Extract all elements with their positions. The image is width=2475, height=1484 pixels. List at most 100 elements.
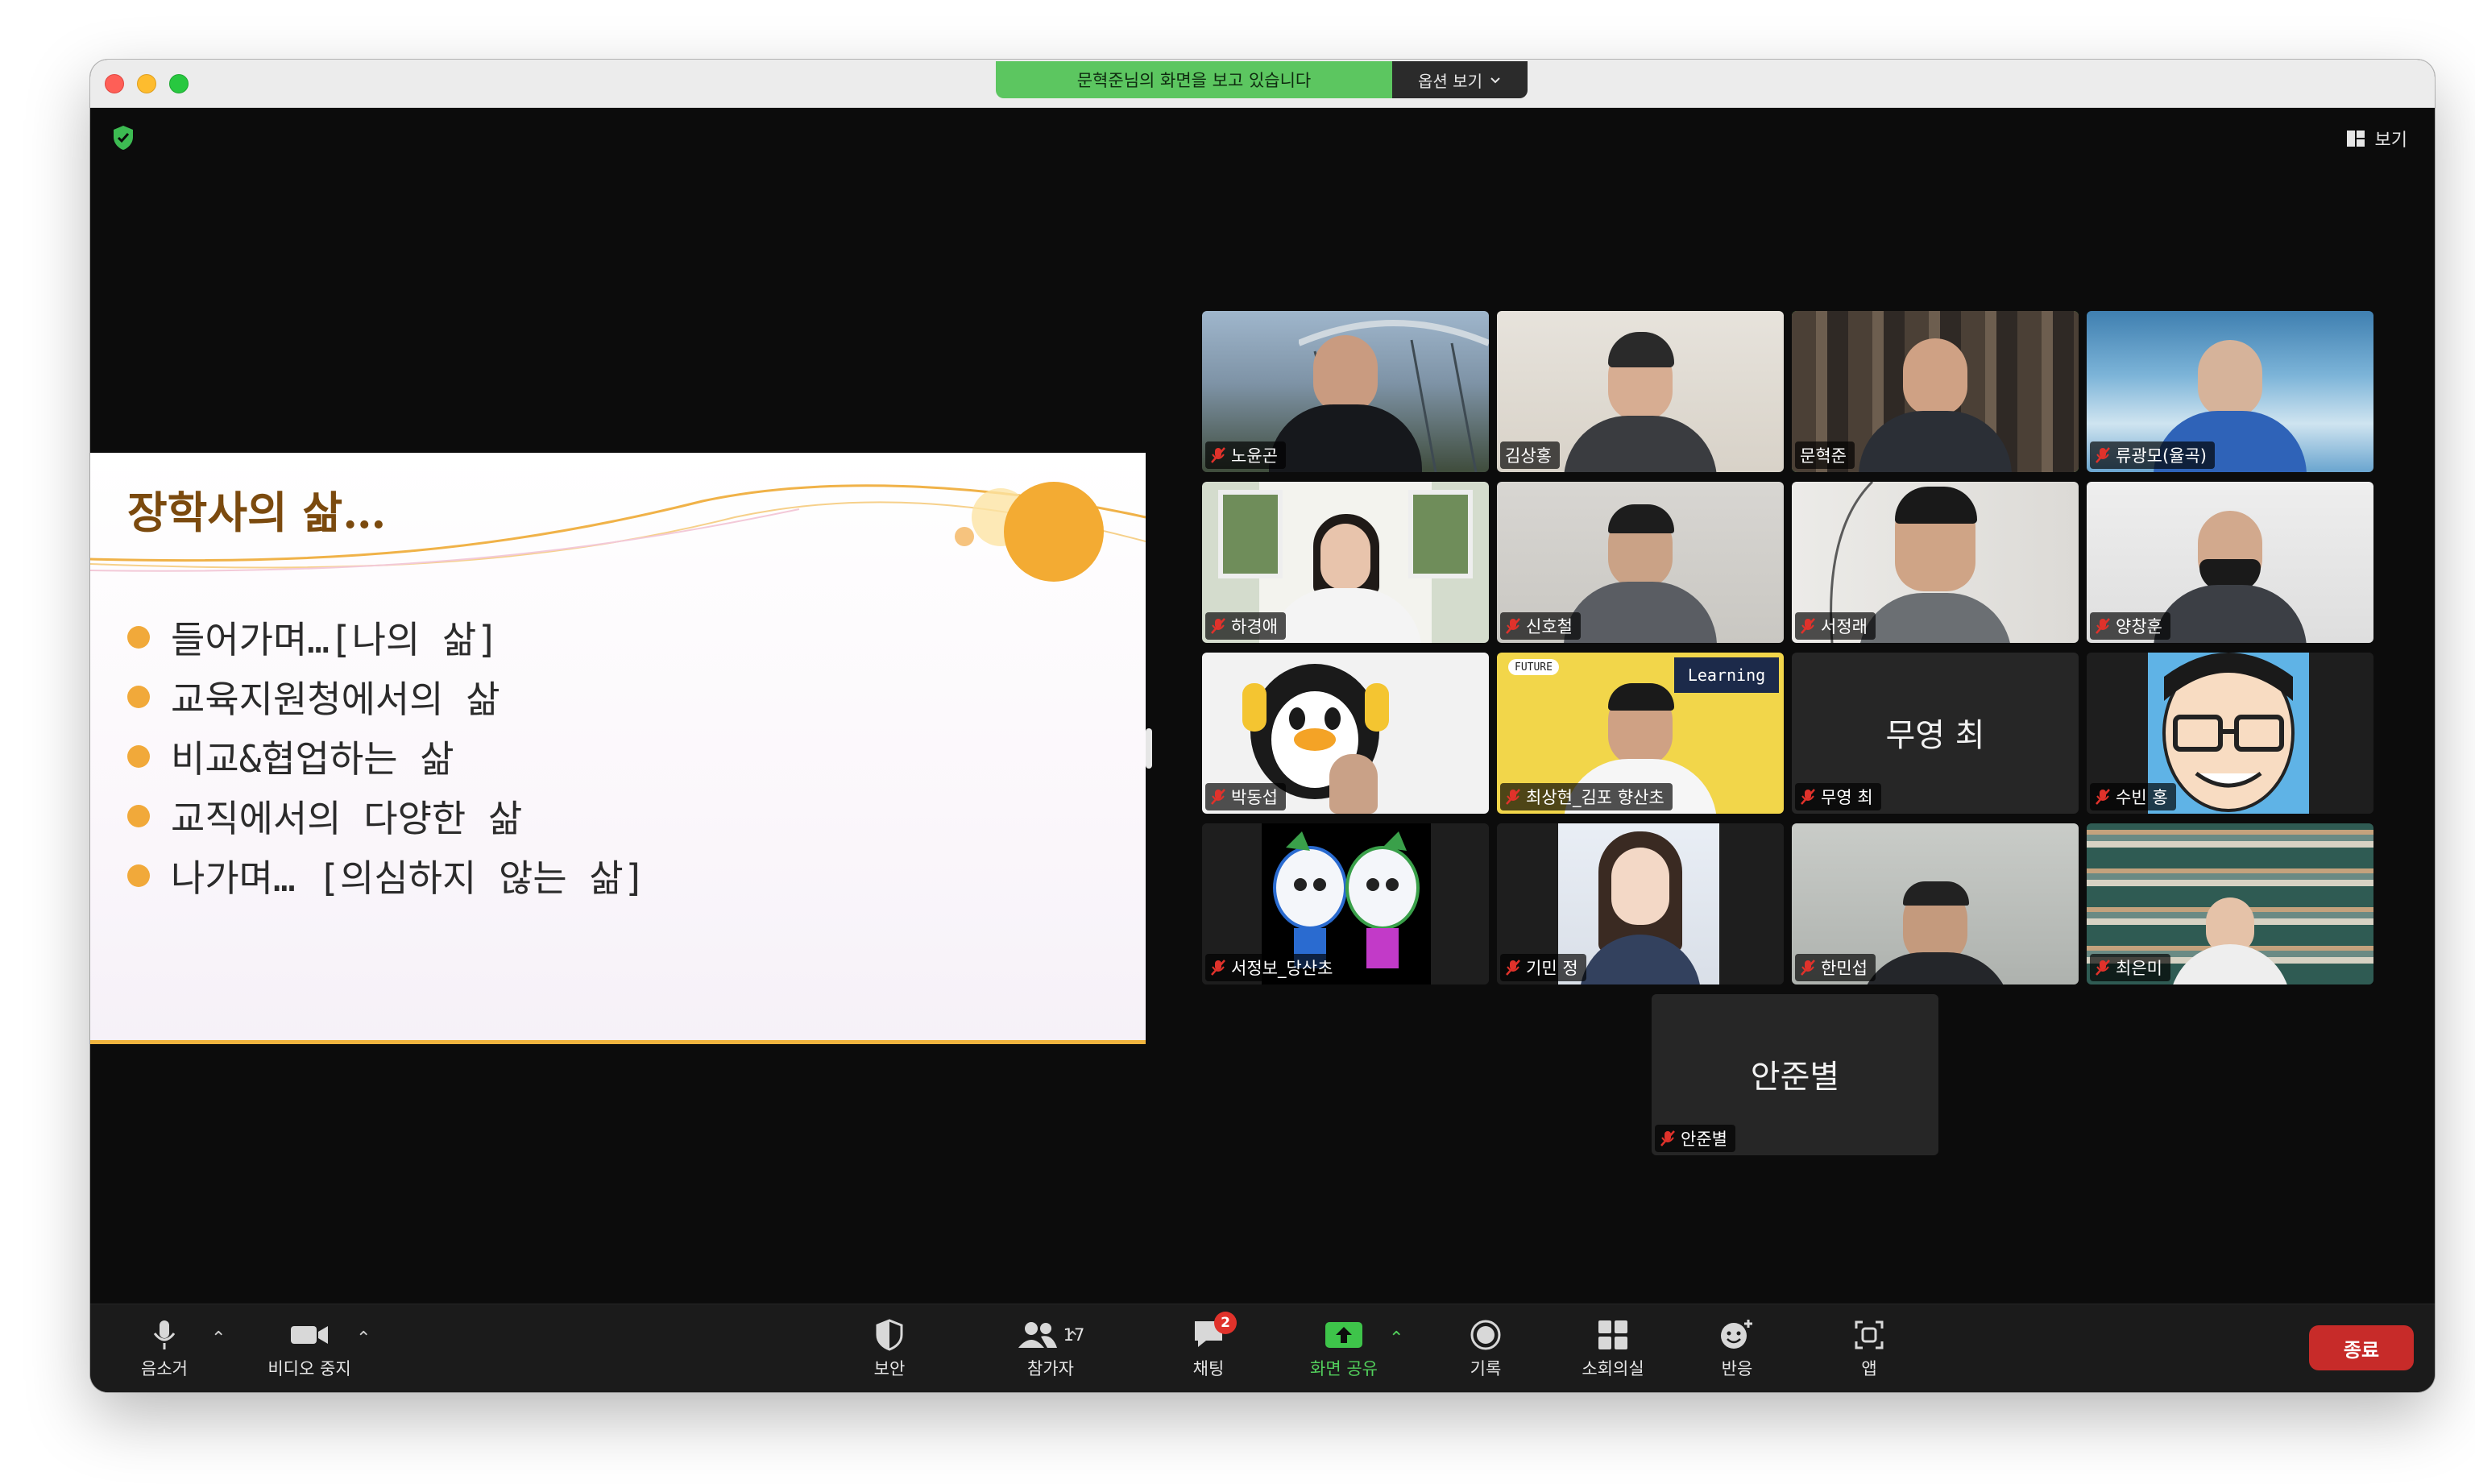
participant-tile[interactable]: 노윤곤 xyxy=(1202,311,1489,472)
chat-unread-badge: 2 xyxy=(1214,1311,1237,1334)
apps-button[interactable]: 앱 xyxy=(1821,1314,1917,1380)
bullet-dot-icon xyxy=(127,864,150,887)
grid-layout-icon xyxy=(2346,131,2365,147)
participant-name-tag: 서정보_당산초 xyxy=(1205,954,1341,981)
meeting-toolbar: 음소거 ⌃ 비디오 중지 ⌃ 보안 17 참가자 ⌃ 2 채팅 화면 공유 ⌃ … xyxy=(90,1304,2435,1392)
participant-name-tag: 한민섭 xyxy=(1795,954,1876,981)
slide-title: 장학사의 삶… xyxy=(127,487,387,538)
title-bar: 문혁준님의 화면을 보고 있습니다 옵션 보기 xyxy=(90,60,2435,108)
breakout-rooms-label: 소회의실 xyxy=(1582,1359,1644,1378)
muted-mic-icon xyxy=(2096,447,2110,463)
slide-bullet: 나가며… [의심하지 않는 삶] xyxy=(127,846,645,906)
share-screen-button[interactable]: 화면 공유 xyxy=(1296,1314,1392,1380)
muted-mic-icon xyxy=(1506,960,1520,976)
muted-mic-icon xyxy=(1211,447,1225,463)
reactions-label: 반응 xyxy=(1721,1359,1753,1378)
mute-label: 음소거 xyxy=(141,1359,188,1378)
future-label: FUTURE xyxy=(1508,659,1559,675)
resize-splitter-handle[interactable] xyxy=(1146,728,1152,769)
slide-bullet: 들어가며…[나의 삶] xyxy=(127,607,645,667)
stop-video-label: 비디오 중지 xyxy=(267,1359,351,1378)
muted-mic-icon xyxy=(1801,960,1815,976)
view-options-label: 옵션 보기 xyxy=(1418,71,1482,91)
record-icon xyxy=(1470,1320,1501,1350)
participant-tile[interactable]: 서정래 xyxy=(1792,482,2079,643)
participant-tile[interactable]: 수빈 홍 xyxy=(2087,653,2373,814)
muted-mic-icon xyxy=(2096,618,2110,634)
microphone-icon xyxy=(153,1320,176,1349)
muted-mic-icon xyxy=(1801,789,1815,805)
participant-name-tag: 양창훈 xyxy=(2090,612,2170,640)
participant-display-name: 무영 최 xyxy=(1885,717,1985,754)
participants-label: 참가자 xyxy=(1027,1359,1074,1378)
participant-name-tag: 수빈 홍 xyxy=(2090,783,2176,810)
participant-tile[interactable]: FUTURE Learning 최상현_김포 향산초 xyxy=(1497,653,1784,814)
stop-video-button[interactable]: 비디오 중지 xyxy=(261,1314,358,1380)
participant-tile[interactable]: 박동섭 xyxy=(1202,653,1489,814)
audio-options-caret[interactable]: ⌃ xyxy=(211,1329,226,1349)
bullet-dot-icon xyxy=(127,745,150,768)
participant-name-tag: 박동섭 xyxy=(1205,783,1286,810)
participant-name-tag: 기민 정 xyxy=(1500,954,1586,981)
participant-name-tag: 무영 최 xyxy=(1795,783,1881,810)
muted-mic-icon xyxy=(1506,789,1520,805)
apps-icon xyxy=(1855,1320,1884,1349)
reactions-button[interactable]: 반응 xyxy=(1689,1314,1785,1380)
video-camera-icon xyxy=(291,1326,328,1344)
share-options-caret[interactable]: ⌃ xyxy=(1389,1329,1403,1349)
participants-icon xyxy=(1018,1322,1057,1348)
encryption-shield-icon[interactable] xyxy=(110,124,137,151)
participants-button[interactable]: 17 참가자 xyxy=(1002,1314,1099,1380)
breakout-rooms-button[interactable]: 소회의실 xyxy=(1565,1314,1661,1380)
slide-bullet-list: 들어가며…[나의 삶] 교육지원청에서의 삶 비교&협업하는 삶 교직에서의 다… xyxy=(127,607,645,906)
participant-tile[interactable]: 김상홍 xyxy=(1497,311,1784,472)
share-screen-label: 화면 공유 xyxy=(1310,1359,1378,1378)
muted-mic-icon xyxy=(1211,960,1225,976)
participant-name-tag: 안준별 xyxy=(1655,1125,1735,1152)
muted-mic-icon xyxy=(1801,618,1815,634)
view-layout-button[interactable]: 보기 xyxy=(2346,124,2407,153)
participant-tile[interactable]: 류광모(율곡) xyxy=(2087,311,2373,472)
share-banner-message: 문혁준님의 화면을 보고 있습니다 xyxy=(996,61,1392,98)
participant-name-tag: 하경애 xyxy=(1205,612,1286,640)
participant-name-tag: 서정래 xyxy=(1795,612,1876,640)
muted-mic-icon xyxy=(1660,1130,1675,1146)
close-window-button[interactable] xyxy=(105,74,124,93)
participant-tile-video-off[interactable]: 무영 최 무영 최 xyxy=(1792,653,2079,814)
participant-name-tag: 신호철 xyxy=(1500,612,1581,640)
apps-label: 앱 xyxy=(1861,1359,1877,1378)
participants-options-caret[interactable]: ⌃ xyxy=(1065,1329,1080,1349)
muted-mic-icon xyxy=(2096,789,2110,805)
record-button[interactable]: 기록 xyxy=(1437,1314,1534,1380)
mute-button[interactable]: 음소거 xyxy=(116,1314,213,1380)
participant-tile-active-speaker[interactable]: 문혁준 xyxy=(1792,311,2079,472)
participant-name-tag: 최상현_김포 향산초 xyxy=(1500,783,1673,810)
security-label: 보안 xyxy=(873,1359,906,1378)
slide-bullet: 교육지원청에서의 삶 xyxy=(127,667,645,727)
view-options-button[interactable]: 옵션 보기 xyxy=(1392,61,1528,98)
screen-share-banner: 문혁준님의 화면을 보고 있습니다 옵션 보기 xyxy=(996,61,1528,98)
muted-mic-icon xyxy=(2096,960,2110,976)
participant-tile[interactable]: 하경애 xyxy=(1202,482,1489,643)
participant-name-tag: 김상홍 xyxy=(1500,441,1560,469)
muted-mic-icon xyxy=(1211,618,1225,634)
participant-tile[interactable]: 기민 정 xyxy=(1497,823,1784,984)
participant-tile[interactable]: 한민섭 xyxy=(1792,823,2079,984)
breakout-rooms-icon xyxy=(1598,1320,1627,1349)
smiley-plus-icon xyxy=(1721,1320,1752,1349)
chat-button[interactable]: 2 채팅 xyxy=(1160,1311,1257,1380)
participant-tile[interactable]: 양창훈 xyxy=(2087,482,2373,643)
security-button[interactable]: 보안 xyxy=(841,1314,938,1380)
participant-tile-video-off[interactable]: 안준별 안준별 xyxy=(1652,994,1938,1155)
end-meeting-button[interactable]: 종료 xyxy=(2309,1325,2414,1370)
maximize-window-button[interactable] xyxy=(169,74,189,93)
shared-screen-slide[interactable]: 장학사의 삶… 들어가며…[나의 삶] 교육지원청에서의 삶 비교&협업하는 삶… xyxy=(90,453,1146,1044)
video-options-caret[interactable]: ⌃ xyxy=(356,1329,371,1349)
shield-icon xyxy=(876,1319,903,1351)
participant-tile[interactable]: 서정보_당산초 xyxy=(1202,823,1489,984)
bullet-dot-icon xyxy=(127,805,150,827)
participant-tile[interactable]: 최은미 xyxy=(2087,823,2373,984)
participant-tile[interactable]: 신호철 xyxy=(1497,482,1784,643)
minimize-window-button[interactable] xyxy=(137,74,156,93)
participant-name-tag: 노윤곤 xyxy=(1205,441,1286,469)
